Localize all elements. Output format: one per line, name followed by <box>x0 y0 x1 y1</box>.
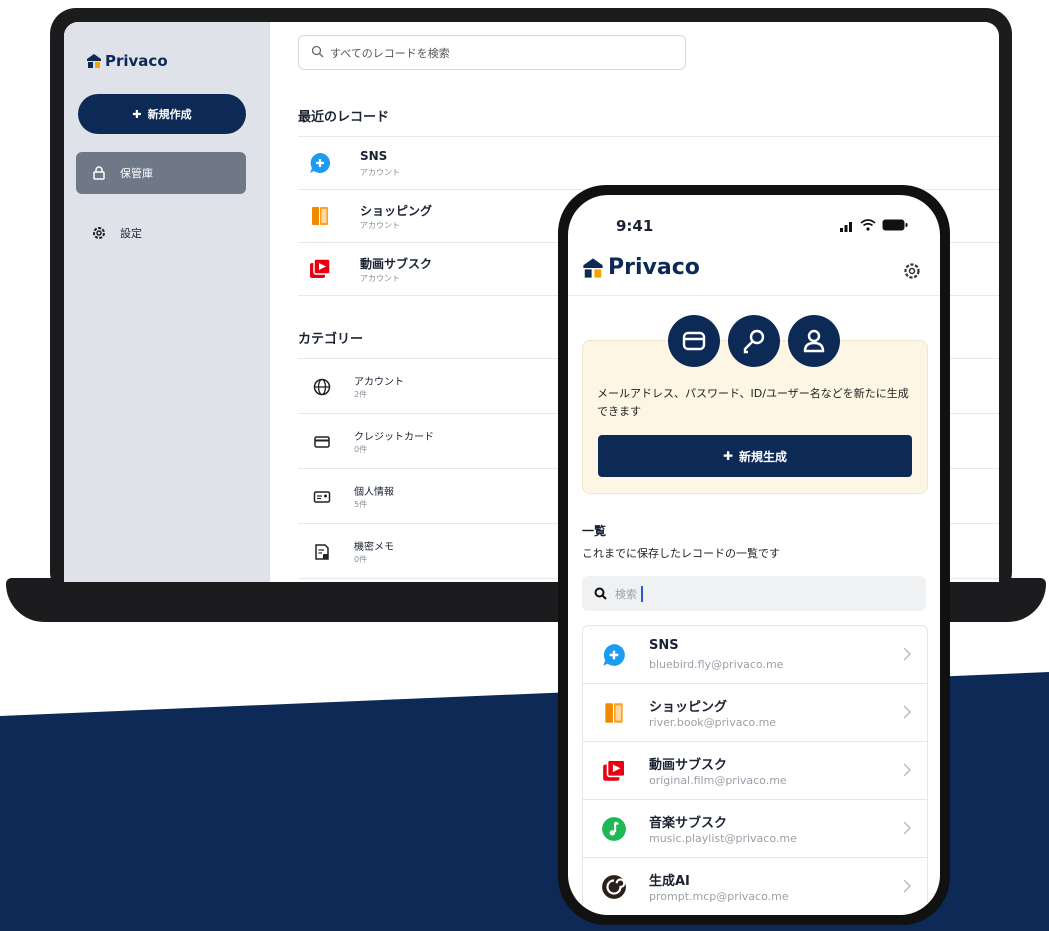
ai-icon <box>602 875 626 899</box>
gear-icon <box>90 224 108 242</box>
record-email: music.playlist@privaco.me <box>649 832 797 845</box>
record-email: bluebird.fly@privaco.me <box>649 658 784 671</box>
mobile-logo[interactable]: Privaco <box>582 255 700 280</box>
status-time: 9:41 <box>616 217 654 235</box>
card-icon <box>314 436 330 448</box>
category-name: アカウント <box>354 377 404 388</box>
record-row-music[interactable]: 音楽サブスク music.playlist@privaco.me <box>583 800 927 858</box>
record-list: SNS bluebird.fly@privaco.me ショッピング river… <box>582 625 928 915</box>
desktop-search-input[interactable]: すべてのレコードを検索 <box>298 35 686 70</box>
record-type: アカウント <box>360 274 400 283</box>
new-record-label: 新規作成 <box>147 108 192 121</box>
sidebar-item-label: 設定 <box>120 227 142 240</box>
recent-row-sns[interactable]: SNS アカウント <box>298 137 999 190</box>
chevron-right-icon <box>903 821 912 835</box>
search-icon <box>594 587 607 600</box>
record-name: 生成AI <box>649 874 690 889</box>
video-icon <box>310 258 331 278</box>
generate-label: 新規生成 <box>739 449 788 464</box>
list-description: これまでに保存したレコードの一覧です <box>582 547 780 560</box>
text-cursor <box>641 585 643 602</box>
category-count: 5件 <box>354 500 368 509</box>
globe-icon <box>313 378 331 396</box>
category-name: 機密メモ <box>354 542 394 553</box>
email-generator-icon[interactable] <box>668 315 720 367</box>
chevron-right-icon <box>903 647 912 661</box>
search-placeholder: すべてのレコードを検索 <box>330 46 450 60</box>
wifi-icon <box>860 219 876 231</box>
record-email: river.book@privaco.me <box>649 716 777 729</box>
category-name: クレジットカード <box>354 432 434 443</box>
settings-gear-icon[interactable] <box>902 261 922 281</box>
record-name: SNS <box>649 638 679 653</box>
note-icon <box>315 544 329 560</box>
category-count: 2件 <box>354 390 368 399</box>
record-name: 動画サブスク <box>360 257 433 271</box>
record-type: アカウント <box>360 168 400 177</box>
logo-text: Privaco <box>105 52 168 70</box>
search-icon <box>311 45 324 61</box>
plus-icon: ✚ <box>132 107 142 121</box>
record-name: ショッピング <box>360 204 433 218</box>
category-count: 0件 <box>354 555 368 564</box>
privaco-logo-icon <box>87 54 101 68</box>
sidebar-item-label: 保管庫 <box>120 167 153 180</box>
category-name: 個人情報 <box>354 487 394 498</box>
sidebar: Privaco ✚ 新規作成 保管庫 設定 <box>64 22 270 582</box>
sidebar-item-vault[interactable]: 保管庫 <box>76 152 246 194</box>
generate-button[interactable]: ✚ 新規生成 <box>598 435 912 477</box>
new-record-button[interactable]: ✚ 新規作成 <box>78 94 246 134</box>
recent-title: 最近のレコード <box>298 110 390 125</box>
mobile-search-input[interactable]: 検索 <box>582 576 926 611</box>
privaco-logo-icon <box>583 257 603 278</box>
record-name: 動画サブスク <box>649 758 728 773</box>
video-icon <box>603 759 626 781</box>
id-card-icon <box>313 491 331 503</box>
record-type: アカウント <box>360 221 400 230</box>
status-bar: 9:41 <box>568 217 940 237</box>
chevron-right-icon <box>903 705 912 719</box>
lock-icon <box>90 164 108 182</box>
mobile-header: Privaco <box>568 251 940 296</box>
record-row-sns[interactable]: SNS bluebird.fly@privaco.me <box>583 626 927 684</box>
shopping-icon <box>605 703 623 723</box>
music-icon <box>602 817 626 841</box>
category-count: 0件 <box>354 445 368 454</box>
chevron-right-icon <box>903 879 912 893</box>
logo-text: Privaco <box>608 255 700 280</box>
search-placeholder: 検索 <box>615 587 637 601</box>
key-generator-icon[interactable] <box>728 315 780 367</box>
record-name: 音楽サブスク <box>649 816 728 831</box>
mobile-app: 9:41 Privaco メールアドレス、パスワード、ID/ユーザー名などを新た… <box>568 195 940 915</box>
battery-icon <box>882 219 908 231</box>
record-name: ショッピング <box>649 700 728 715</box>
phone-frame: 9:41 Privaco メールアドレス、パスワード、ID/ユーザー名などを新た… <box>558 185 950 925</box>
sns-icon <box>603 644 625 666</box>
sidebar-item-settings[interactable]: 設定 <box>76 212 246 254</box>
record-row-shopping[interactable]: ショッピング river.book@privaco.me <box>583 684 927 742</box>
record-row-ai[interactable]: 生成AI prompt.mcp@privaco.me <box>583 858 927 915</box>
shopping-icon <box>312 207 328 225</box>
sns-icon <box>310 153 330 173</box>
generator-description: メールアドレス、パスワード、ID/ユーザー名などを新たに生成できます <box>597 387 909 418</box>
record-row-video[interactable]: 動画サブスク original.film@privaco.me <box>583 742 927 800</box>
record-name: SNS <box>360 149 388 163</box>
user-generator-icon[interactable] <box>788 315 840 367</box>
list-title: 一覧 <box>582 524 607 538</box>
category-title: カテゴリー <box>298 332 364 347</box>
desktop-logo[interactable]: Privaco <box>86 52 168 70</box>
record-email: prompt.mcp@privaco.me <box>649 890 789 903</box>
cellular-signal-icon <box>840 222 852 232</box>
chevron-right-icon <box>903 763 912 777</box>
record-email: original.film@privaco.me <box>649 774 787 787</box>
plus-icon: ✚ <box>722 449 734 463</box>
